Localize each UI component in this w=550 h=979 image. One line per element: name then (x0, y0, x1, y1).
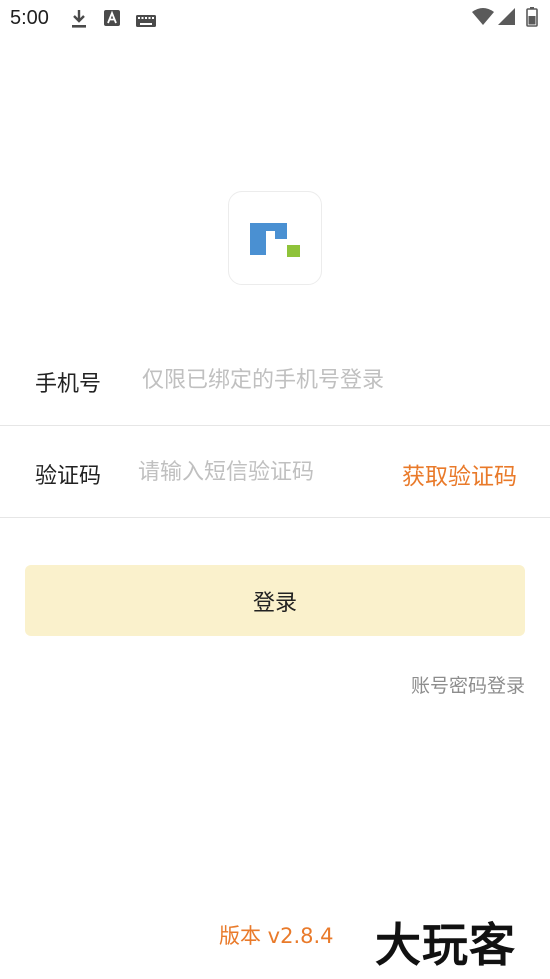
watermark: 大玩客 (375, 918, 516, 972)
version-text: 版本 v2.8.4 (219, 924, 334, 948)
get-code-button[interactable]: 获取验证码 (402, 457, 517, 491)
app-logo (228, 191, 322, 285)
status-time: 5:00 (10, 7, 49, 29)
keyboard-icon (136, 12, 156, 31)
app-logo-mark (250, 223, 300, 257)
status-bar: 5:00 (0, 0, 550, 38)
verification-code-row: 验证码 获取验证码 (0, 426, 550, 518)
login-button[interactable]: 登录 (25, 565, 525, 636)
phone-row: 手机号 (0, 334, 550, 426)
account-password-login-link[interactable]: 账号密码登录 (411, 671, 525, 698)
battery-icon (526, 7, 538, 31)
wifi-icon (472, 8, 494, 30)
phone-label: 手机号 (35, 372, 102, 397)
verification-code-input[interactable] (138, 452, 378, 492)
verification-code-label: 验证码 (35, 464, 102, 489)
phone-input[interactable] (142, 360, 522, 400)
signal-icon (498, 8, 516, 30)
download-icon (70, 9, 88, 33)
text-a-icon (104, 9, 120, 31)
